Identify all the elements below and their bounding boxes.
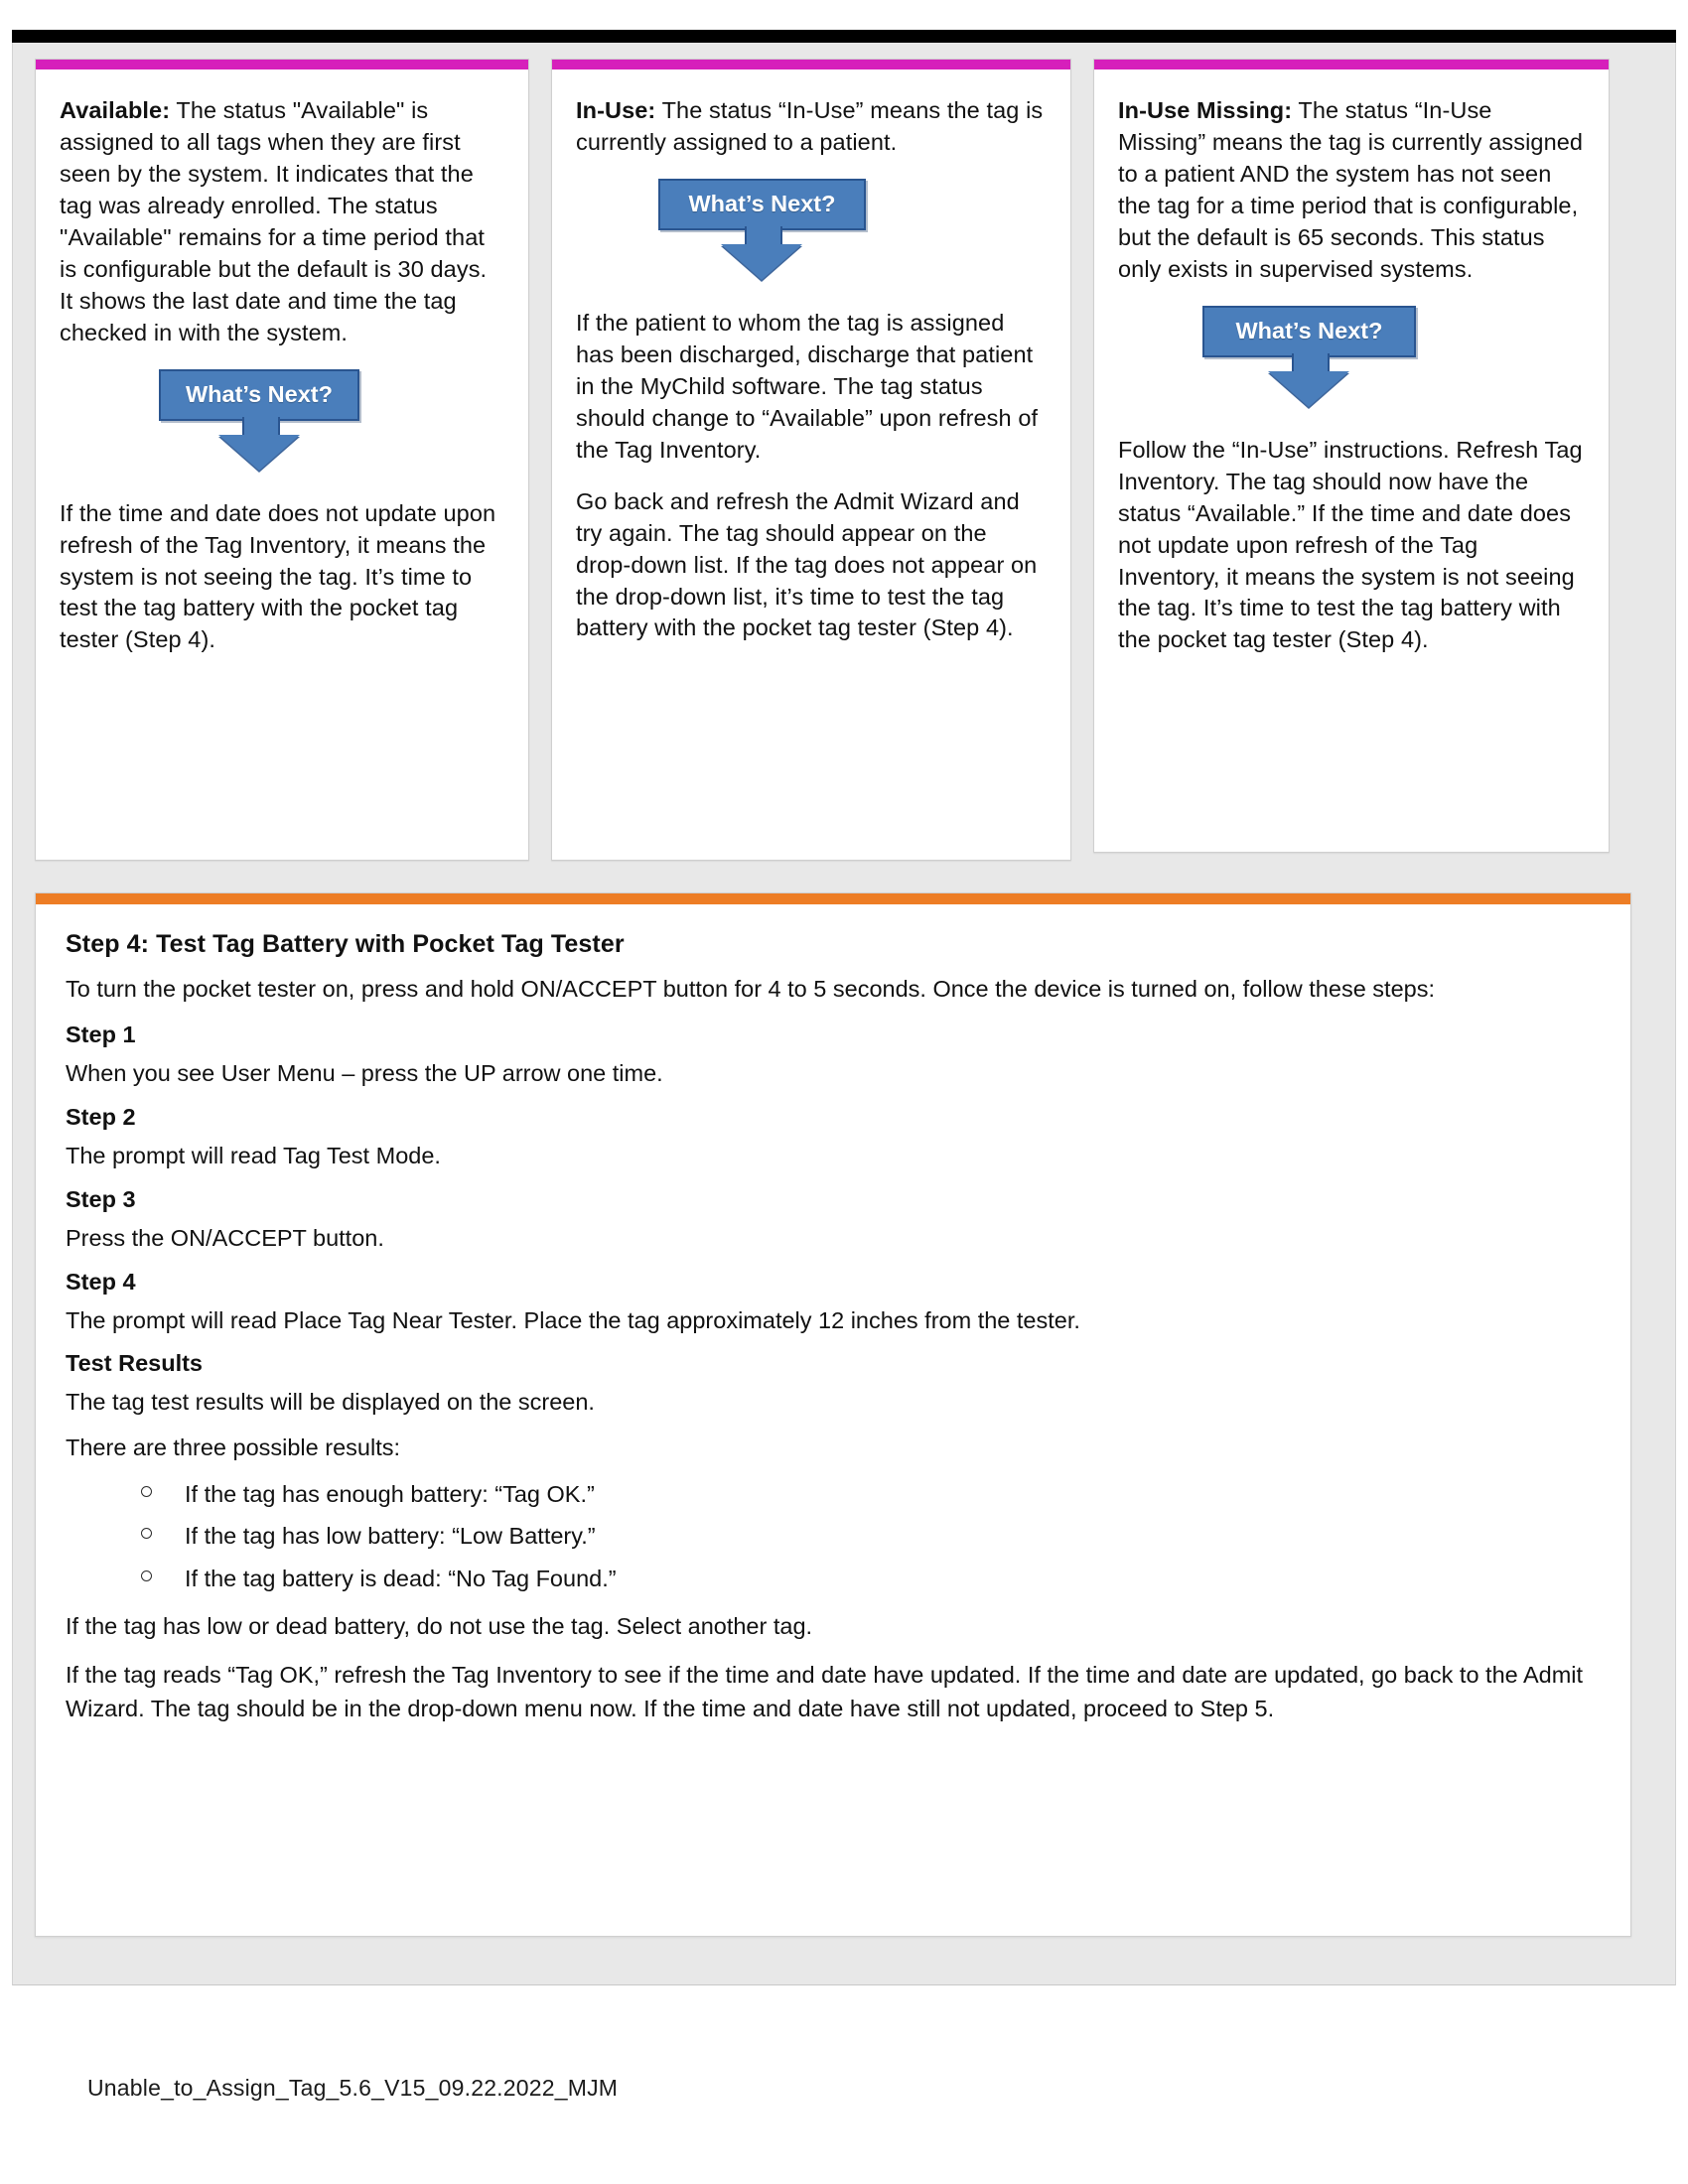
circle-bullet-icon [141,1485,152,1497]
closing-paragraph-1: If the tag has low or dead battery, do n… [66,1612,813,1639]
step-label-1: Step 1 [66,1022,136,1048]
card-intro-paragraph: In-Use: The status “In-Use” means the ta… [576,95,1047,159]
step-label-2: Step 2 [66,1104,136,1131]
step-panel-accent-bar [36,893,1630,904]
test-results-label: Test Results [66,1350,203,1377]
list-item: If the tag has low battery: “Low Battery… [141,1520,1601,1552]
card-accent-bar [1094,60,1609,69]
card-followup-paragraph: If the patient to whom the tag is assign… [576,309,1039,463]
status-card-in-use: In-Use: The status “In-Use” means the ta… [551,59,1071,861]
step-label-4: Step 4 [66,1268,136,1295]
step-label-3: Step 3 [66,1185,136,1212]
whats-next-callout: What’s Next? [576,178,1047,282]
status-cards-row: Available: The status "Available" is ass… [35,59,1655,878]
step-text-4: The prompt will read Place Tag Near Test… [66,1306,1080,1333]
card-followup-paragraph: Go back and refresh the Admit Wizard and… [576,487,1038,641]
status-name-label: In-Use: [576,97,656,123]
card-followup-paragraph: If the time and date does not update upo… [60,499,496,653]
card-intro-paragraph: In-Use Missing: The status “In-Use Missi… [1118,95,1585,286]
whats-next-label: What’s Next? [159,368,359,421]
step-text-1: When you see User Menu – press the UP ar… [66,1060,663,1087]
test-results-intro-1: The tag test results will be displayed o… [66,1389,595,1416]
list-item-label: If the tag has low battery: “Low Battery… [185,1523,596,1550]
circle-bullet-icon [141,1528,152,1540]
whats-next-label: What’s Next? [658,178,866,230]
list-item-label: If the tag has enough battery: “Tag OK.” [185,1480,595,1507]
step-text-3: Press the ON/ACCEPT button. [66,1224,384,1251]
document-page: Available: The status "Available" is ass… [0,0,1688,2184]
page-content-frame: Available: The status "Available" is ass… [12,43,1676,1985]
card-intro-paragraph: Available: The status "Available" is ass… [60,95,504,349]
card-body: In-Use: The status “In-Use” means the ta… [552,69,1070,658]
status-name-label: In-Use Missing: [1118,97,1293,123]
list-item-label: If the tag battery is dead: “No Tag Foun… [185,1565,617,1591]
card-followup-paragraph: Follow the “In-Use” instructions. Refres… [1118,436,1583,653]
card-body: In-Use Missing: The status “In-Use Missi… [1094,69,1609,670]
whats-next-callout: What’s Next? [1118,305,1585,409]
status-card-available: Available: The status "Available" is ass… [35,59,529,861]
card-accent-bar [36,60,528,69]
step-panel-heading: Step 4: Test Tag Battery with Pocket Tag… [66,930,625,958]
test-results-list: If the tag has enough battery: “Tag OK.”… [66,1478,1601,1594]
test-results-intro-2: There are three possible results: [66,1433,400,1460]
status-card-in-use-missing: In-Use Missing: The status “In-Use Missi… [1093,59,1610,853]
circle-bullet-icon [141,1570,152,1581]
closing-paragraph-2: If the tag reads “Tag OK,” refresh the T… [66,1662,1584,1721]
step-panel-body: Step 4: Test Tag Battery with Pocket Tag… [36,904,1630,1761]
status-description: The status “In-Use Missing” means the ta… [1118,97,1584,282]
document-footer: Unable_to_Assign_Tag_5.6_V15_09.22.2022_… [87,2075,619,2101]
step-panel-intro: To turn the pocket tester on, press and … [66,976,1435,1002]
list-item: If the tag battery is dead: “No Tag Foun… [141,1563,1601,1594]
card-body: Available: The status "Available" is ass… [36,69,528,670]
whats-next-label: What’s Next? [1202,305,1416,357]
status-description: The status "Available" is assigned to al… [60,97,488,345]
card-accent-bar [552,60,1070,69]
step-text-2: The prompt will read Tag Test Mode. [66,1143,441,1169]
list-item: If the tag has enough battery: “Tag OK.” [141,1478,1601,1510]
step-4-panel: Step 4: Test Tag Battery with Pocket Tag… [35,892,1631,1937]
whats-next-callout: What’s Next? [60,368,504,473]
page-top-black-bar [12,30,1676,43]
status-name-label: Available: [60,97,171,123]
